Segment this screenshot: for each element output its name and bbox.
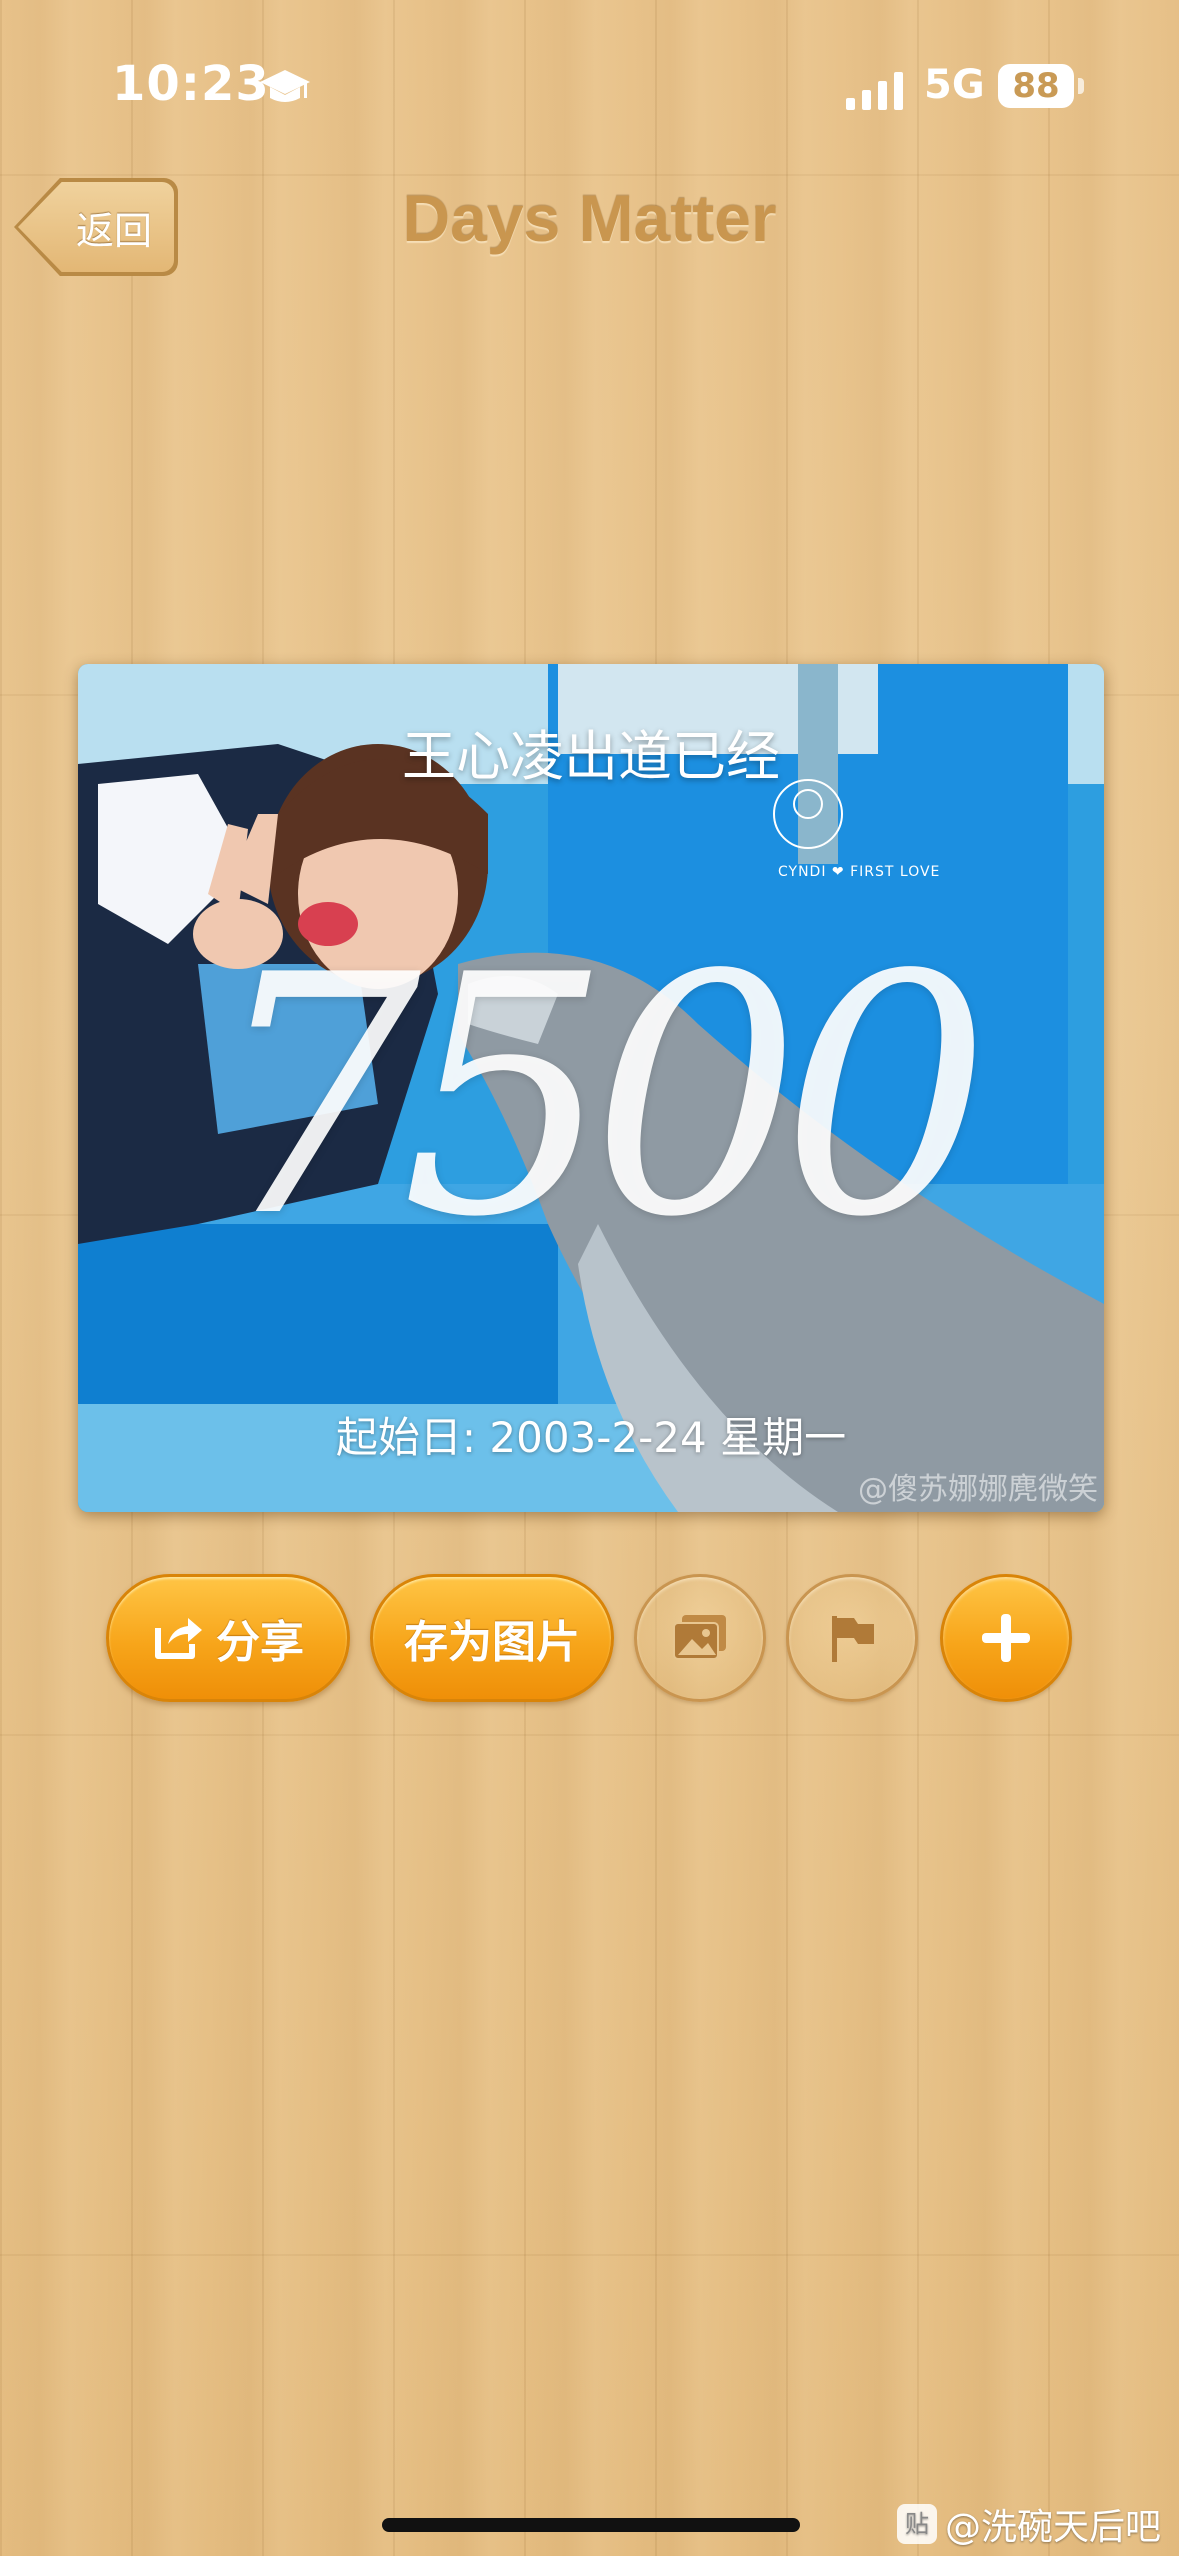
forum-watermark: 贴 @洗碗天后吧 (896, 2498, 1161, 2550)
forum-watermark-text: @洗碗天后吧 (944, 2507, 1161, 2548)
battery-cap (1078, 78, 1084, 94)
share-button[interactable]: 分享 (106, 1574, 350, 1702)
graduation-cap-icon (260, 70, 310, 102)
add-button[interactable] (940, 1574, 1072, 1702)
status-bar: 10:23 5G 88 (0, 0, 1179, 150)
page-title: Days Matter (402, 181, 777, 255)
network-type: 5G (924, 62, 985, 108)
share-icon (155, 1618, 202, 1659)
photo-icon (673, 1615, 726, 1660)
share-label: 分享 (216, 1617, 304, 1668)
home-indicator[interactable] (382, 2518, 800, 2532)
event-title: 王心凌出道已经 (402, 725, 780, 788)
flag-button[interactable] (786, 1574, 918, 1702)
event-card[interactable]: CYNDI ❤ FIRST LOVE 王心凌出道已经 7500 起始日: 200… (78, 664, 1104, 1512)
card-logo-text: CYNDI ❤ FIRST LOVE (778, 864, 941, 880)
signal-icon (846, 72, 903, 110)
save-image-button[interactable]: 存为图片 (370, 1574, 614, 1702)
save-image-label: 存为图片 (404, 1617, 580, 1668)
battery-indicator: 88 (998, 64, 1074, 108)
day-count: 7500 (211, 905, 991, 1289)
change-photo-button[interactable] (634, 1574, 766, 1702)
photo-watermark: @傻苏娜娜麂微笑 (858, 1472, 1098, 1507)
flag-icon (832, 1616, 874, 1662)
start-date: 起始日: 2003-2-24 星期一 (335, 1413, 847, 1462)
plus-icon (982, 1614, 1030, 1662)
forum-logo-icon: 贴 (896, 2504, 937, 2544)
status-time: 10:23 (112, 56, 270, 112)
